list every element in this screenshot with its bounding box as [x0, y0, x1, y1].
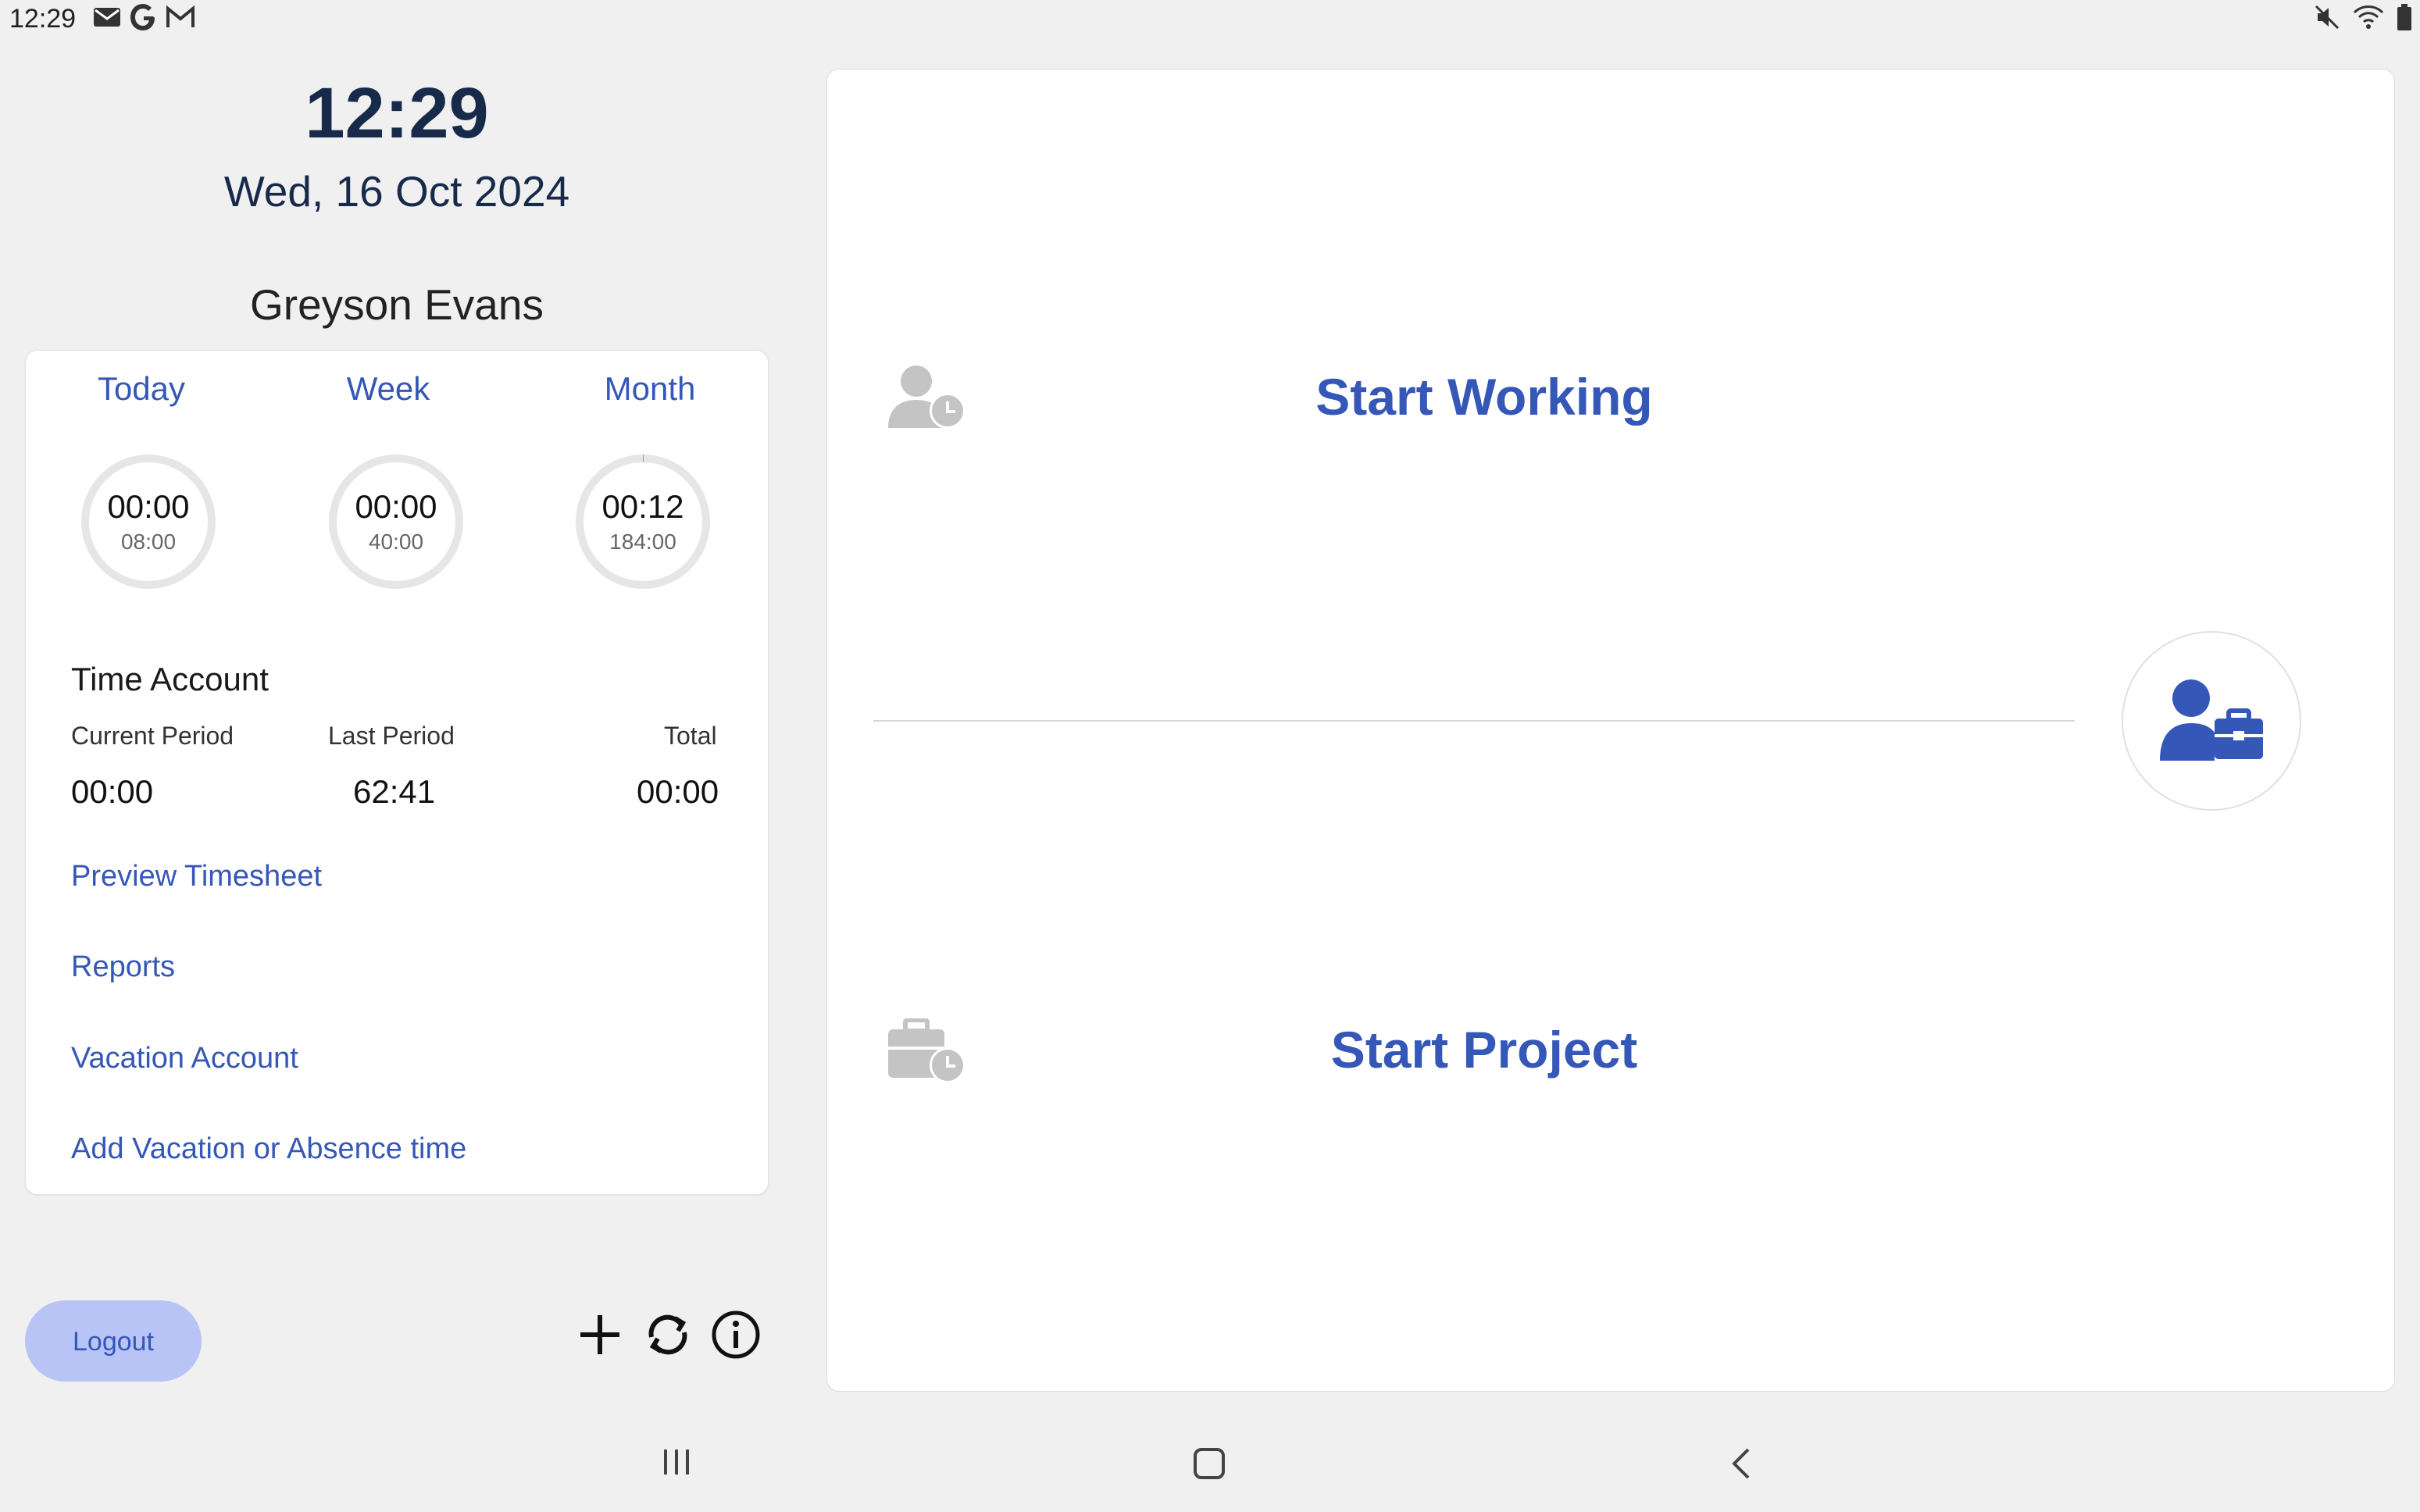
- today-worked: 00:00: [107, 488, 190, 525]
- recent-apps-icon[interactable]: [661, 1446, 692, 1478]
- user-briefcase-icon: [2160, 679, 2263, 761]
- switch-mode-button[interactable]: [2122, 631, 2301, 811]
- last-period-label: Last Period: [328, 722, 455, 750]
- month-worked: 00:12: [601, 488, 684, 525]
- user-name: Greyson Evans: [249, 280, 544, 329]
- reports-link[interactable]: Reports: [71, 948, 175, 986]
- sync-icon[interactable]: [642, 1309, 694, 1360]
- start-project-label: Start Project: [1330, 1021, 1638, 1079]
- google-icon: [130, 4, 155, 30]
- gmail-icon: [166, 5, 195, 27]
- current-period-value: 00:00: [71, 773, 154, 810]
- home-icon[interactable]: [1192, 1446, 1226, 1481]
- logout-button[interactable]: Logout: [25, 1300, 202, 1382]
- start-project-button[interactable]: Start Project: [844, 959, 2078, 1146]
- status-bar-notifications: [92, 3, 195, 31]
- preview-timesheet-link[interactable]: Preview Timesheet: [71, 858, 322, 895]
- add-icon[interactable]: [574, 1309, 626, 1360]
- panel-divider: [873, 720, 2075, 722]
- month-target: 184:00: [609, 530, 676, 554]
- last-period-value: 62:41: [353, 773, 436, 810]
- vacation-account-link[interactable]: Vacation Account: [71, 1040, 298, 1077]
- current-time: 12:29: [305, 73, 489, 153]
- start-working-label: Start Working: [1315, 368, 1653, 426]
- week-worked: 00:00: [355, 488, 437, 525]
- tab-month[interactable]: Month: [572, 369, 728, 409]
- wifi-icon: [2353, 5, 2384, 29]
- add-absence-link[interactable]: Add Vacation or Absence time: [71, 1130, 466, 1168]
- total-value: 00:00: [637, 773, 719, 810]
- info-icon[interactable]: [710, 1309, 762, 1360]
- status-bar-time: 12:29: [9, 4, 77, 34]
- battery-icon: [2397, 4, 2411, 30]
- mute-icon: [2315, 5, 2340, 30]
- user-clock-icon: [888, 366, 966, 429]
- current-date: Wed, 16 Oct 2024: [223, 167, 570, 216]
- briefcase-clock-icon: [888, 1018, 966, 1083]
- start-working-button[interactable]: Start Working: [844, 305, 2078, 492]
- time-account-title: Time Account: [71, 661, 269, 697]
- total-label: Total: [664, 722, 717, 750]
- tab-week[interactable]: Week: [310, 369, 466, 409]
- mail-icon: [94, 8, 120, 27]
- current-period-label: Current Period: [71, 722, 234, 750]
- tab-today[interactable]: Today: [63, 369, 220, 409]
- week-target: 40:00: [368, 530, 424, 554]
- back-icon[interactable]: [1728, 1446, 1756, 1481]
- status-bar-system: [2314, 3, 2412, 31]
- today-target: 08:00: [120, 530, 177, 554]
